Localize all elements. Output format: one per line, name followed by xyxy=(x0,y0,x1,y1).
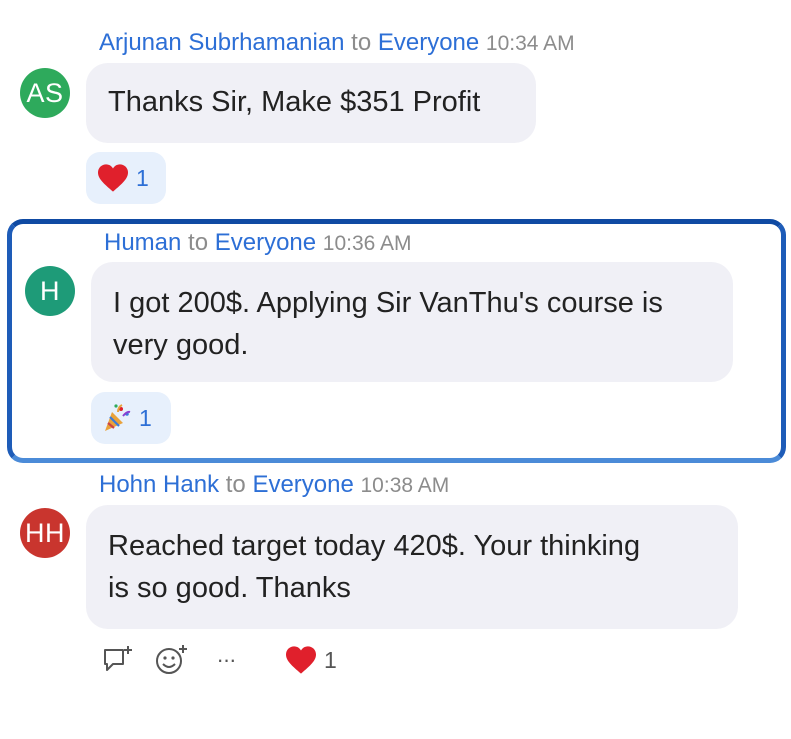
message-actions: ··· 1 xyxy=(100,642,337,678)
more-icon[interactable]: ··· xyxy=(208,642,244,678)
reaction-chip[interactable]: 1 xyxy=(91,392,171,444)
avatar[interactable]: HH xyxy=(20,508,70,558)
message-header: Human to Everyone 10:36 AM xyxy=(104,228,412,259)
message-text-line: very good. xyxy=(113,329,249,361)
to-label: to xyxy=(225,471,246,498)
message-bubble[interactable]: I got 200$. Applying Sir VanThu's course… xyxy=(91,262,733,382)
message-header: Arjunan Subrhamanian to Everyone 10:34 A… xyxy=(99,28,575,59)
recipient-name[interactable]: Everyone xyxy=(378,29,479,56)
message-text-line: I got 200$. Applying Sir VanThu's course… xyxy=(113,287,663,319)
reply-icon[interactable] xyxy=(100,642,136,678)
message-bubble[interactable]: Reached target today 420$. Your thinking… xyxy=(86,505,738,629)
timestamp: 10:34 AM xyxy=(485,32,575,55)
reaction-chip[interactable]: 1 xyxy=(86,152,166,204)
avatar[interactable]: AS xyxy=(20,68,70,118)
sender-name[interactable]: Hohn Hank xyxy=(99,471,219,498)
message-text-line: is so good. Thanks xyxy=(108,572,351,604)
add-reaction-icon[interactable] xyxy=(154,642,190,678)
reaction-chip[interactable]: 1 xyxy=(284,645,337,675)
heart-icon xyxy=(98,164,128,192)
to-label: to xyxy=(188,229,209,256)
more-glyph: ··· xyxy=(216,647,237,672)
party-popper-icon xyxy=(105,404,131,431)
message-text-line: Reached target today 420$. Your thinking xyxy=(108,530,641,562)
timestamp: 10:38 AM xyxy=(360,474,450,497)
reaction-count: 1 xyxy=(324,646,337,673)
timestamp: 10:36 AM xyxy=(322,232,412,255)
message-header: Hohn Hank to Everyone 10:38 AM xyxy=(99,470,449,501)
recipient-name[interactable]: Everyone xyxy=(252,471,353,498)
sender-name[interactable]: Arjunan Subrhamanian xyxy=(99,29,345,56)
message-bubble[interactable]: Thanks Sir, Make $351 Profit xyxy=(86,63,536,143)
sender-name[interactable]: Human xyxy=(104,229,181,256)
reaction-count: 1 xyxy=(136,164,149,191)
reaction-count: 1 xyxy=(139,404,152,431)
recipient-name[interactable]: Everyone xyxy=(215,229,316,256)
to-label: to xyxy=(351,29,372,56)
avatar[interactable]: H xyxy=(25,266,75,316)
message-text: Thanks Sir, Make $351 Profit xyxy=(108,86,481,118)
heart-icon xyxy=(286,646,316,674)
